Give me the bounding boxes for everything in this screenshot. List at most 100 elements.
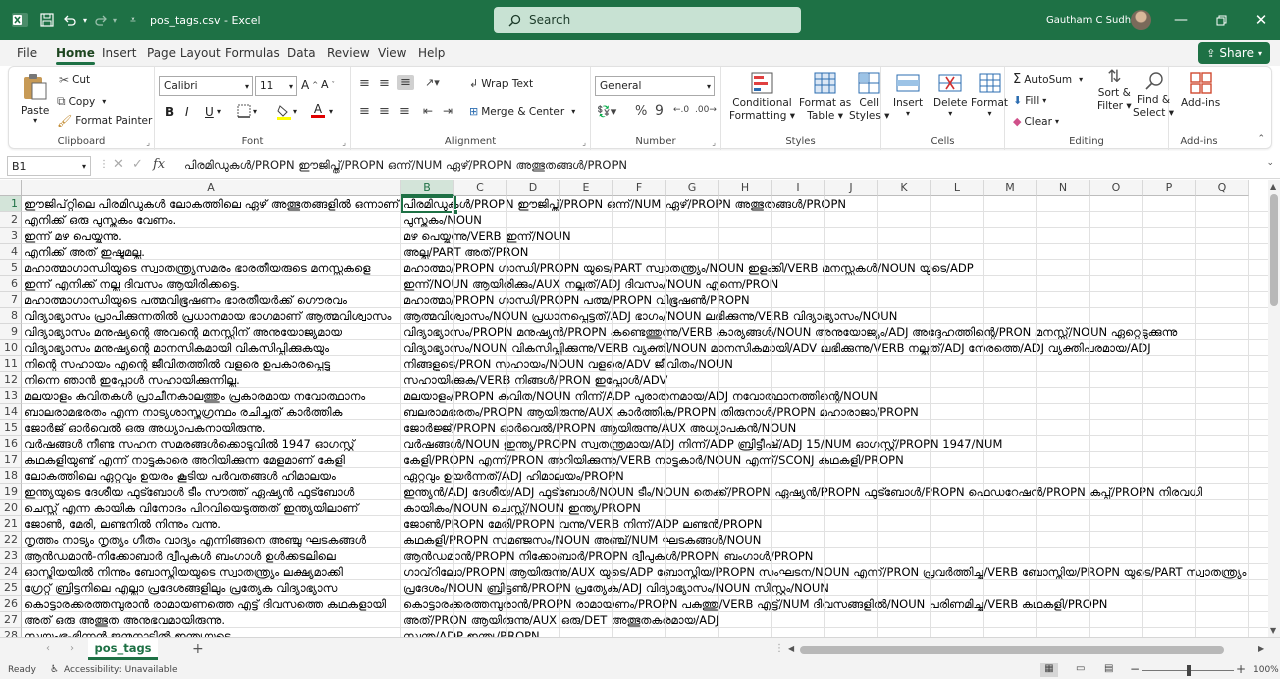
chevron-down-icon[interactable]: ▾ xyxy=(217,107,221,116)
close-icon[interactable]: ✕ xyxy=(1248,0,1274,40)
borders-icon[interactable] xyxy=(237,104,251,118)
cell-b11[interactable]: നിങ്ങളുടെ/PRON സഹായം/NOUN വളരെ/ADV ജീവിത… xyxy=(401,356,1268,372)
row-header-3[interactable]: 3 xyxy=(0,228,22,244)
normal-view-icon[interactable]: ▦ xyxy=(1040,663,1058,677)
row-header-21[interactable]: 21 xyxy=(0,516,22,532)
insert-cells-button[interactable]: Insert ▾ xyxy=(893,71,923,118)
bold-button[interactable]: B xyxy=(165,105,174,119)
cell-a3[interactable]: ഇന്ന് മഴ പെയ്യുന്നു. xyxy=(22,228,401,244)
cell-b27[interactable]: അത്/PRON ആയിരുന്നു/AUX ഒരു/DET അത്ഭുതകരമ… xyxy=(401,612,1268,628)
cell-b25[interactable]: പ്രദേശം/NOUN ബ്രിട്ടൺ/PROPN പ്രത്യേക/ADJ… xyxy=(401,580,1268,596)
accounting-format-icon[interactable]: 💱▾ xyxy=(597,105,616,118)
collapse-ribbon-icon[interactable]: ⌃ xyxy=(1257,134,1265,144)
tab-insert[interactable]: Insert xyxy=(102,46,136,60)
font-name-select[interactable]: Calibri ▾ xyxy=(159,76,253,96)
scroll-left-icon[interactable]: ◀ xyxy=(788,644,794,653)
cell-b18[interactable]: ഏറ്റവും ഉയർന്നത്/ADJ ഹിമാലയം/PROPN xyxy=(401,468,1268,484)
cell-b3[interactable]: മഴ പെയ്യുന്നു/VERB ഇന്ന്/NOUN xyxy=(401,228,1268,244)
cell-a11[interactable]: നിന്റെ സഹായം എന്റെ ജീവിതത്തിൽ വളരെ ഉപകാര… xyxy=(22,356,401,372)
column-header-c[interactable]: C xyxy=(454,180,507,196)
share-button[interactable]: ⇪ Share ▾ xyxy=(1198,42,1270,64)
wrap-text-button[interactable]: ↲ Wrap Text xyxy=(469,77,533,90)
chevron-down-icon[interactable]: ▾ xyxy=(293,107,297,116)
restore-icon[interactable] xyxy=(1208,0,1234,40)
cell-a10[interactable]: വിദ്യാഭ്യാസം മനുഷ്യന്റെ മാനസികമായി വികസി… xyxy=(22,340,401,356)
number-format-select[interactable]: General ▾ xyxy=(595,76,715,96)
column-header-o[interactable]: O xyxy=(1090,180,1143,196)
column-header-k[interactable]: K xyxy=(878,180,931,196)
row-header-15[interactable]: 15 xyxy=(0,420,22,436)
row-header-20[interactable]: 20 xyxy=(0,500,22,516)
chevron-down-icon[interactable]: ▾ xyxy=(329,107,333,116)
dialog-launcher-icon[interactable]: ⌟ xyxy=(712,138,716,147)
dialog-launcher-icon[interactable]: ⌟ xyxy=(582,138,586,147)
vertical-scrollbar[interactable]: ▲ ▼ xyxy=(1268,180,1280,637)
increase-decimal-icon[interactable]: ←.0 xyxy=(673,105,689,115)
formula-input[interactable]: പിരമിഡുകൾ/PROPN ഈജിപ്ത്/PROPN ഒന്ന്/NUM … xyxy=(174,154,1264,176)
cell-b20[interactable]: കായികം/NOUN ചെസ്സ്/NOUN ഇന്ത്യ/PROPN xyxy=(401,500,1268,516)
cell-b14[interactable]: ബലരാമഭരതം/PROPN ആയിരുന്നു/AUX കാർത്തിക/P… xyxy=(401,404,1268,420)
align-bottom-icon[interactable]: ≡ xyxy=(397,75,414,90)
decrease-indent-icon[interactable]: ⇤ xyxy=(423,104,433,118)
accessibility-icon[interactable]: ♿ xyxy=(50,664,59,675)
cell-a26[interactable]: കൊട്ടാരക്കരത്തമ്പുരാൻ രാമായണത്തെ എട്ട് ദ… xyxy=(22,596,401,612)
cell-b15[interactable]: ജോർജ്ജ്/PROPN ഓർവെൽ/PROPN ആയിരുന്നു/AUX … xyxy=(401,420,1268,436)
chevron-down-icon[interactable]: ▾ xyxy=(253,107,257,116)
row-header-7[interactable]: 7 xyxy=(0,292,22,308)
cell-a16[interactable]: വർഷങ്ങൾ നീണ്ട സഹന സമരങ്ങൾക്കൊടുവിൽ 1947 … xyxy=(22,436,401,452)
font-color-icon[interactable]: A xyxy=(311,103,325,118)
column-header-q[interactable]: Q xyxy=(1196,180,1249,196)
cell-a22[interactable]: നൃത്തം നാട്യം നൃത്യം ഗീതം വാദ്യം എന്നിങ്… xyxy=(22,532,401,548)
zoom-out-icon[interactable]: − xyxy=(1130,662,1140,676)
zoom-slider-thumb[interactable] xyxy=(1187,665,1191,676)
tab-page-layout[interactable]: Page Layout xyxy=(147,46,221,60)
cell-b12[interactable]: സഹായിക്കുക/VERB നിങ്ങൾ/PRON ഇപ്പോൾ/ADV xyxy=(401,372,1268,388)
cell-a20[interactable]: ചെസ്സ് എന്ന കായിക വിനോദം പിറവിയെടുത്തത് … xyxy=(22,500,401,516)
horizontal-scrollbar[interactable] xyxy=(800,646,1224,654)
cell-b8[interactable]: ആത്മവിശ്വാസം/NOUN പ്രധാനപ്പെട്ടത്/ADJ ഭാ… xyxy=(401,308,1268,324)
column-header-d[interactable]: D xyxy=(507,180,560,196)
cell-b4[interactable]: അല്ല/PART അത്/PRON xyxy=(401,244,1268,260)
tab-review[interactable]: Review xyxy=(327,46,370,60)
cell-a4[interactable]: എനിക്ക് അത് ഇഷ്ടമല്ല. xyxy=(22,244,401,260)
cell-a18[interactable]: ലോകത്തിലെ ഏറ്റവും ഉയരം കൂടിയ പർവതങ്ങൾ ഹി… xyxy=(22,468,401,484)
cell-a17[interactable]: കഥകളിയുണ്ട് എന്ന് നാട്ടുകാരെ അറിയിക്കുന്… xyxy=(22,452,401,468)
sheet-tab-pos-tags[interactable]: pos_tags xyxy=(88,638,158,660)
decrease-decimal-icon[interactable]: .00→ xyxy=(695,105,717,115)
find-select-button[interactable]: Find & Select ▾ xyxy=(1133,71,1174,120)
column-header-l[interactable]: L xyxy=(931,180,984,196)
row-header-26[interactable]: 26 xyxy=(0,596,22,612)
customize-toolbar-icon[interactable]: ⩡ xyxy=(126,0,140,40)
cell-a24[interactable]: ഓസ്ട്രിയയിൽ നിന്നും ബോസ്നിയയുടെ സ്വാതന്ത… xyxy=(22,564,401,580)
cell-a15[interactable]: ജോർജ് ഓർവെൽ ഒരു അധ്യാപകനായിരുന്നു. xyxy=(22,420,401,436)
row-header-12[interactable]: 12 xyxy=(0,372,22,388)
italic-button[interactable]: I xyxy=(185,105,189,119)
delete-cells-button[interactable]: Delete ▾ xyxy=(933,71,968,118)
add-sheet-button[interactable]: + xyxy=(192,641,204,657)
avatar[interactable] xyxy=(1130,0,1152,40)
tab-view[interactable]: View xyxy=(378,46,406,60)
row-header-14[interactable]: 14 xyxy=(0,404,22,420)
cell-a2[interactable]: എനിക്ക് ഒരു പുസ്തകം വേണം. xyxy=(22,212,401,228)
copy-button[interactable]: ⧉ Copy ▾ xyxy=(57,94,106,109)
minimize-icon[interactable]: — xyxy=(1168,0,1194,40)
tab-data[interactable]: Data xyxy=(287,46,316,60)
cell-b22[interactable]: കഥകളി/PROPN സമഞ്ജസം/NOUN അഞ്ച്/NUM ഘടകങ്… xyxy=(401,532,1268,548)
next-sheet-icon[interactable]: › xyxy=(70,643,74,654)
cell-a6[interactable]: ഇന്ന് എനിക്ക് നല്ല ദിവസം ആയിരിക്കട്ടെ. xyxy=(22,276,401,292)
row-header-5[interactable]: 5 xyxy=(0,260,22,276)
cell-a19[interactable]: ഇന്ത്യയുടെ ദേശീയ ഫുട്ബോൾ ടീം സൗത്ത് ഏഷ്യ… xyxy=(22,484,401,500)
row-header-28[interactable]: 28 xyxy=(0,628,22,637)
cell-b7[interactable]: മഹാത്മാ/PROPN ഗാന്ധി/PROPN പത്മ/PROPN വി… xyxy=(401,292,1268,308)
column-header-p[interactable]: P xyxy=(1143,180,1196,196)
clear-button[interactable]: ◆ Clear ▾ xyxy=(1013,115,1059,128)
cell-b21[interactable]: ജോൺ/PROPN മേരി/PROPN വന്നു/VERB നിന്ന്/A… xyxy=(401,516,1268,532)
dialog-launcher-icon[interactable]: ⌟ xyxy=(342,138,346,147)
cell-a28[interactable]: സ്വയംഭൂ-ഭിന്നൻ ജന്മനാട്ടിൽ ഇന്ത്യയുടെ xyxy=(22,628,401,637)
cell-b24[interactable]: ഗാവ്‌റിലോ/PROPN ആയിരുന്നു/AUX യുടെ/ADP ബ… xyxy=(401,564,1268,580)
select-all-corner[interactable] xyxy=(0,180,22,196)
align-top-icon[interactable]: ≡ xyxy=(359,76,370,91)
formula-options-icon[interactable]: ⋮ xyxy=(99,159,109,170)
column-header-i[interactable]: I xyxy=(772,180,825,196)
row-header-11[interactable]: 11 xyxy=(0,356,22,372)
